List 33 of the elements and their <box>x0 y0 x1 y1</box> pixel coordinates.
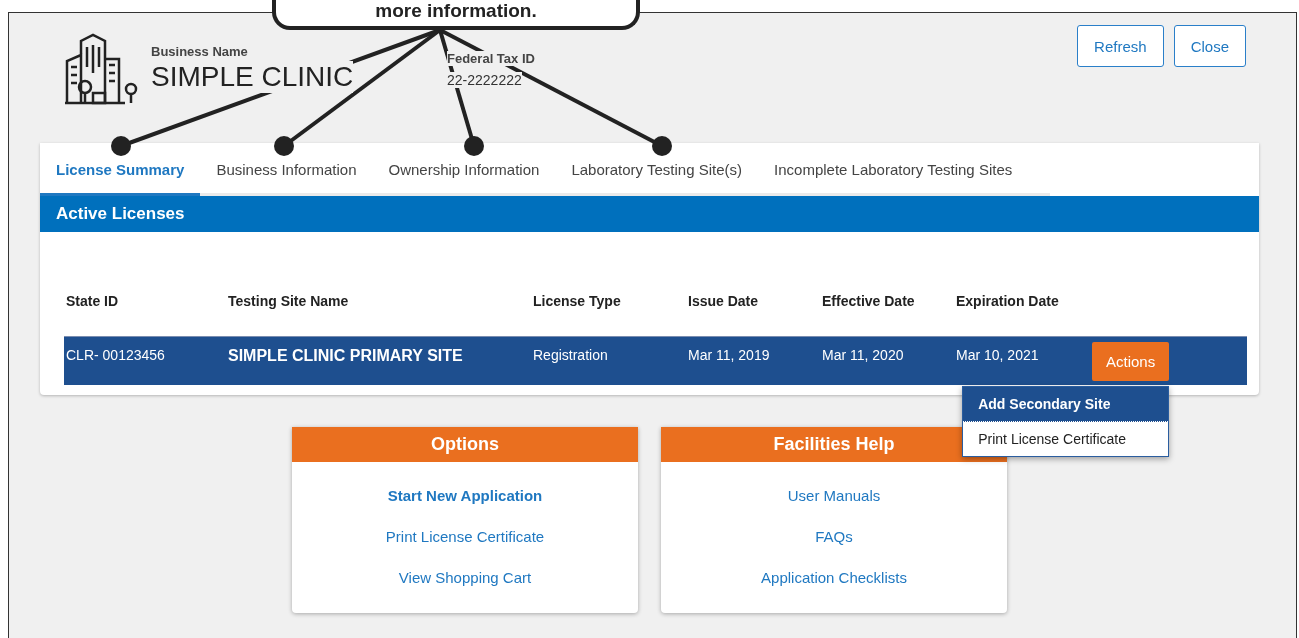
refresh-button[interactable]: Refresh <box>1077 25 1164 67</box>
card-link[interactable]: FAQs <box>815 528 853 545</box>
column-header: Testing Site Name <box>228 293 350 309</box>
tab[interactable]: Business Information <box>200 143 373 196</box>
table-cell-text: CLR- 00123456 <box>66 347 166 363</box>
column-header: Expiration Date <box>956 293 1060 309</box>
actions-button[interactable]: Actions <box>1092 341 1170 381</box>
column-header: License Type <box>533 293 622 309</box>
card-link[interactable]: User Manuals <box>787 487 881 504</box>
tax-id-label: Federal Tax ID <box>447 51 535 66</box>
column-header: State ID <box>66 293 120 309</box>
menu-item[interactable]: Print License Certificate <box>963 421 1169 456</box>
card-link[interactable]: View Shopping Cart <box>398 569 532 586</box>
business-name: SIMPLE CLINIC <box>151 60 354 93</box>
callout-text: more information. <box>375 0 537 22</box>
tab[interactable]: Incomplete Laboratory Testing Sites <box>758 143 1029 196</box>
card-link[interactable]: Start New Application <box>387 487 543 504</box>
tax-id: 22-2222222 <box>447 72 522 88</box>
tab[interactable]: Laboratory Testing Site(s) <box>555 143 759 196</box>
card-link[interactable]: Print License Certificate <box>385 528 545 545</box>
table-cell-text: Registration <box>533 347 609 363</box>
table-cell-text: Mar 11, 2020 <box>822 347 905 363</box>
card-header: Options <box>292 427 638 462</box>
table-cell-text: SIMPLE CLINIC PRIMARY SITE <box>228 347 464 365</box>
table-cell-text: Mar 11, 2019 <box>688 347 771 363</box>
section-header: Active Licenses <box>40 196 1259 232</box>
menu-item[interactable]: Add Secondary Site <box>963 386 1169 422</box>
card-link[interactable]: Application Checklists <box>761 569 907 586</box>
close-button[interactable]: Close <box>1173 25 1246 67</box>
table-cell-text: Mar 10, 2021 <box>956 347 1040 363</box>
column-header: Issue Date <box>688 293 760 309</box>
column-header: Effective Date <box>822 293 916 309</box>
tab[interactable]: Ownership Information <box>372 143 556 196</box>
